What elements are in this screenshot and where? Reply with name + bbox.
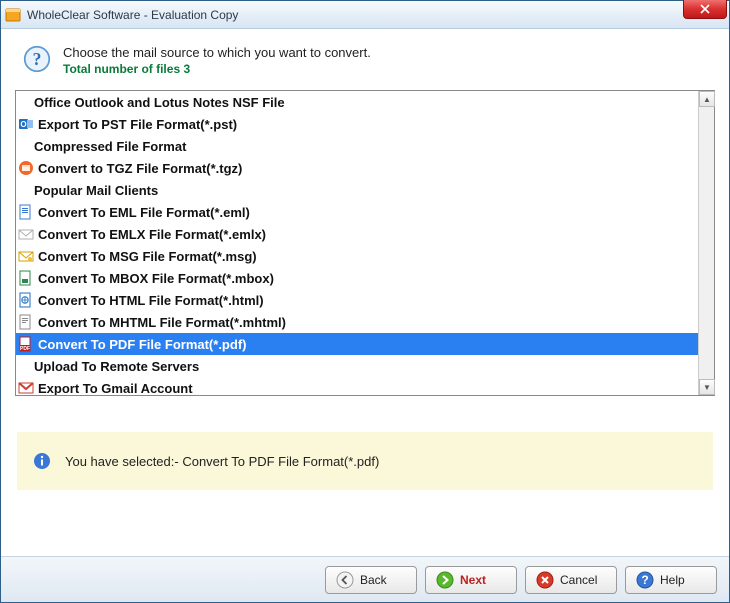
list-item-label: Compressed File Format	[34, 139, 186, 154]
help-button[interactable]: ? Help	[625, 566, 717, 594]
list-item-label: Export To PST File Format(*.pst)	[38, 117, 237, 132]
svg-text:O: O	[20, 120, 26, 129]
window-title: WholeClear Software - Evaluation Copy	[27, 8, 238, 22]
pdf-icon: PDF	[18, 336, 34, 352]
list-item[interactable]: Convert To MHTML File Format(*.mhtml)	[16, 311, 698, 333]
list-item[interactable]: Convert to TGZ File Format(*.tgz)	[16, 157, 698, 179]
file-count-label: Total number of files 3	[63, 62, 371, 76]
list-item-label: Convert To HTML File Format(*.html)	[38, 293, 264, 308]
outlook-icon: O	[18, 116, 34, 132]
svg-text:?: ?	[33, 49, 42, 69]
list-item[interactable]: Convert To MSG File Format(*.msg)	[16, 245, 698, 267]
question-icon: ?	[23, 45, 51, 73]
info-icon	[33, 452, 51, 470]
list-item[interactable]: Export To Gmail Account	[16, 377, 698, 395]
archive-icon	[18, 160, 34, 176]
list-item[interactable]: Convert To HTML File Format(*.html)	[16, 289, 698, 311]
help-icon: ?	[636, 571, 654, 589]
list-item[interactable]: O Export To PST File Format(*.pst)	[16, 113, 698, 135]
list-item-label: Convert To MSG File Format(*.msg)	[38, 249, 257, 264]
cancel-icon	[536, 571, 554, 589]
list-section-header: Compressed File Format	[16, 135, 698, 157]
list-item[interactable]: Convert To EMLX File Format(*.emlx)	[16, 223, 698, 245]
selection-status-bar: You have selected:- Convert To PDF File …	[17, 432, 713, 490]
svg-text:?: ?	[641, 573, 648, 587]
step-header: ? Choose the mail source to which you wa…	[15, 45, 715, 76]
eml-icon	[18, 204, 34, 220]
emlx-icon	[18, 226, 34, 242]
app-icon	[5, 7, 21, 23]
list-item-label: Export To Gmail Account	[38, 381, 193, 396]
scrollbar[interactable]: ▲ ▼	[698, 91, 714, 395]
close-button[interactable]	[683, 0, 727, 19]
list-item-label: Upload To Remote Servers	[34, 359, 199, 374]
titlebar: WholeClear Software - Evaluation Copy	[1, 1, 729, 29]
list-item[interactable]: PDF Convert To PDF File Format(*.pdf)	[16, 333, 698, 355]
list-item[interactable]: Convert To MBOX File Format(*.mbox)	[16, 267, 698, 289]
scroll-up-button[interactable]: ▲	[699, 91, 715, 107]
list-section-header: Office Outlook and Lotus Notes NSF File	[16, 91, 698, 113]
next-arrow-icon	[436, 571, 454, 589]
selection-status-text: You have selected:- Convert To PDF File …	[65, 454, 379, 469]
msg-icon	[18, 248, 34, 264]
scroll-down-button[interactable]: ▼	[699, 379, 715, 395]
list-item[interactable]: Convert To EML File Format(*.eml)	[16, 201, 698, 223]
back-button[interactable]: Back	[325, 566, 417, 594]
list-item-label: Convert To MBOX File Format(*.mbox)	[38, 271, 274, 286]
list-item-label: Convert To PDF File Format(*.pdf)	[38, 337, 246, 352]
mbox-icon	[18, 270, 34, 286]
list-item-label: Convert to TGZ File Format(*.tgz)	[38, 161, 242, 176]
back-arrow-icon	[336, 571, 354, 589]
app-window: WholeClear Software - Evaluation Copy ? …	[0, 0, 730, 603]
next-button[interactable]: Next	[425, 566, 517, 594]
format-listbox[interactable]: Office Outlook and Lotus Notes NSF File O…	[15, 90, 715, 396]
list-section-header: Upload To Remote Servers	[16, 355, 698, 377]
wizard-footer: Back Next Cancel ? Help	[1, 556, 729, 602]
html-icon	[18, 292, 34, 308]
list-item-label: Popular Mail Clients	[34, 183, 158, 198]
content-area: ? Choose the mail source to which you wa…	[1, 29, 729, 556]
gmail-icon	[18, 380, 34, 395]
step-instruction: Choose the mail source to which you want…	[63, 45, 371, 60]
list-item-label: Convert To EML File Format(*.eml)	[38, 205, 250, 220]
list-item-label: Convert To MHTML File Format(*.mhtml)	[38, 315, 286, 330]
cancel-button[interactable]: Cancel	[525, 566, 617, 594]
list-item-label: Office Outlook and Lotus Notes NSF File	[34, 95, 285, 110]
list-item-label: Convert To EMLX File Format(*.emlx)	[38, 227, 266, 242]
svg-text:PDF: PDF	[20, 346, 30, 352]
mhtml-icon	[18, 314, 34, 330]
list-section-header: Popular Mail Clients	[16, 179, 698, 201]
